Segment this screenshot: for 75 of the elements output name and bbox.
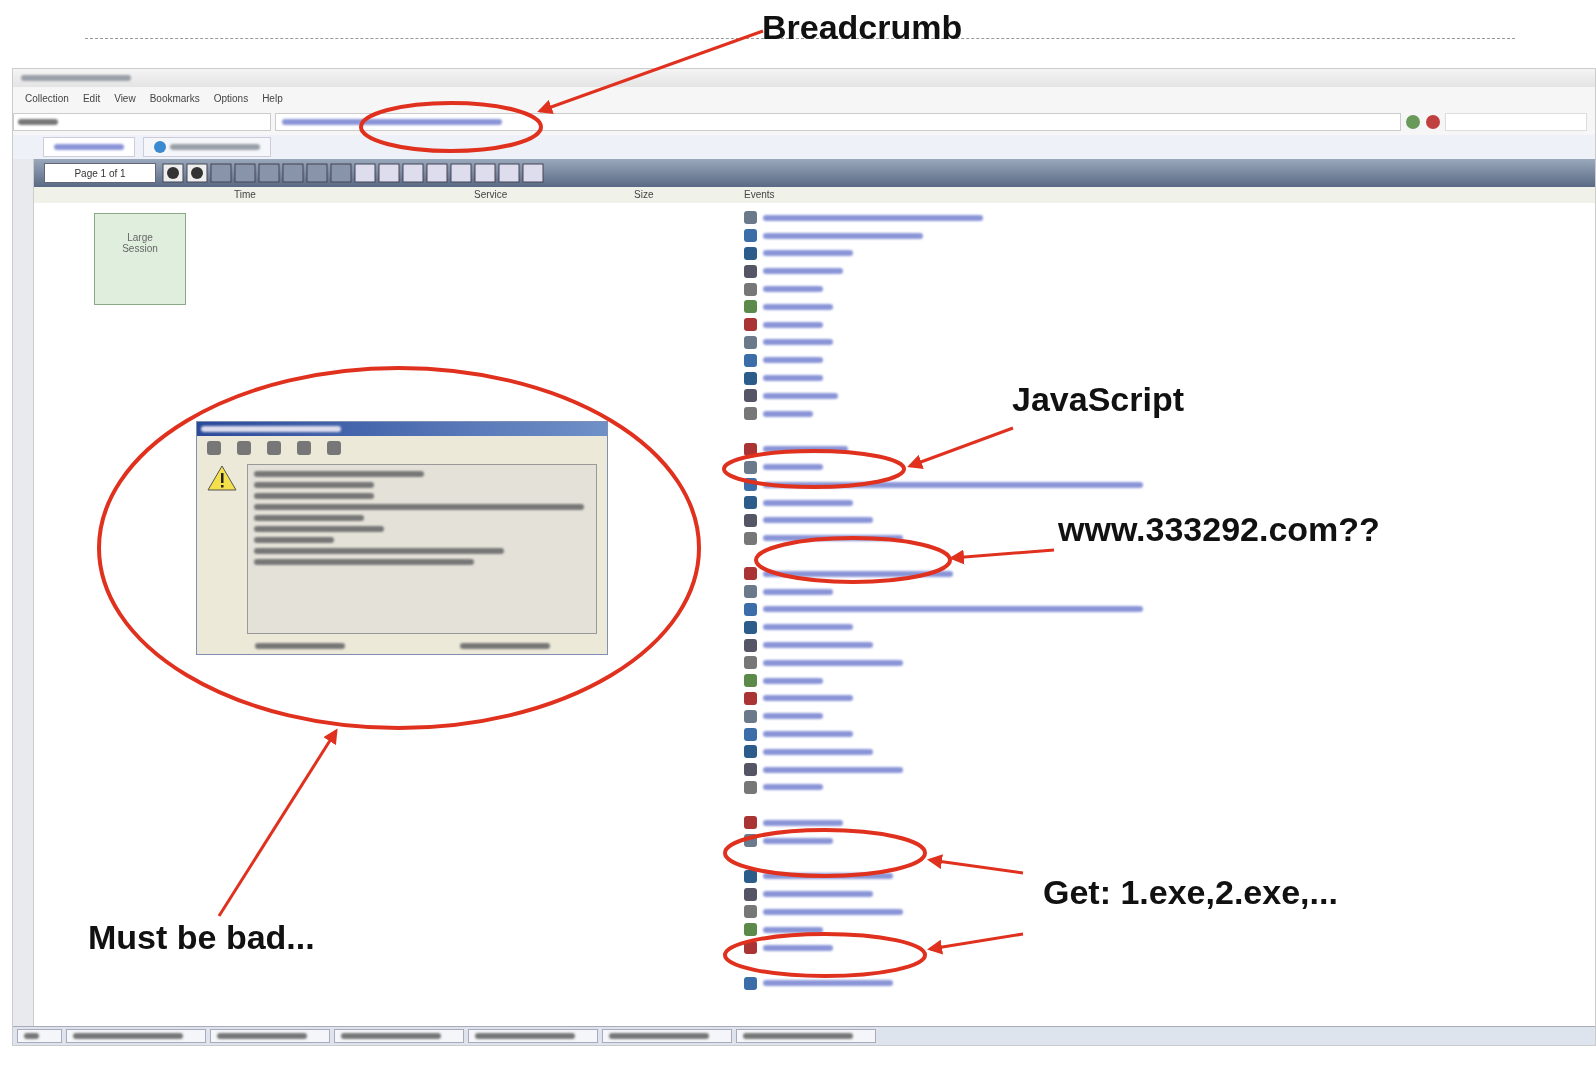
annotation-label: www.333292.com?? — [1058, 510, 1380, 549]
annotation-label: Get: 1.exe,2.exe,... — [1043, 873, 1338, 912]
toolbar-icon[interactable] — [354, 163, 376, 183]
event-icon — [744, 763, 757, 777]
menu-item[interactable]: Options — [213, 92, 249, 104]
event-icon — [744, 407, 757, 421]
event-icon — [744, 371, 757, 385]
menu-item[interactable]: Help — [262, 92, 283, 104]
event-icon — [744, 638, 757, 652]
event-icon — [744, 656, 757, 670]
warning-icon — [207, 464, 237, 492]
event-icon — [744, 691, 757, 705]
event-icon — [744, 335, 757, 349]
menu-item[interactable]: Edit — [82, 92, 101, 104]
event-icon — [744, 442, 757, 456]
toolbar-icon[interactable] — [522, 163, 544, 183]
taskbar-button[interactable] — [468, 1029, 598, 1043]
event-icon — [744, 229, 757, 243]
breadcrumb-field[interactable] — [275, 113, 1401, 131]
event-icon — [744, 264, 757, 278]
taskbar-button[interactable] — [210, 1029, 330, 1043]
menu-item[interactable]: Bookmarks — [149, 92, 200, 104]
event-icon — [744, 300, 757, 314]
tab[interactable] — [143, 137, 271, 157]
taskbar-button[interactable] — [66, 1029, 206, 1043]
event-icon — [744, 887, 757, 901]
event-icon — [744, 531, 757, 545]
event-icon — [744, 496, 757, 510]
event-icon — [744, 567, 757, 581]
event-icon — [744, 620, 757, 634]
tab[interactable] — [43, 137, 135, 157]
taskbar-button[interactable] — [334, 1029, 464, 1043]
collection-dropdown[interactable] — [13, 113, 271, 131]
toolbar-icon[interactable] — [186, 163, 208, 183]
column-header[interactable]: Time — [234, 189, 256, 200]
event-icon — [744, 353, 757, 367]
toolbar-icon[interactable] — [498, 163, 520, 183]
event-icon — [744, 211, 757, 225]
event-icon — [744, 923, 757, 937]
toolbar-icon[interactable] — [474, 163, 496, 183]
event-icon — [744, 727, 757, 741]
event-icon — [744, 816, 757, 830]
toolbar-icon[interactable] — [162, 163, 184, 183]
event-icon — [744, 513, 757, 527]
event-icon — [744, 282, 757, 296]
event-icon — [744, 460, 757, 474]
event-icon — [744, 905, 757, 919]
annotation-label: JavaScript — [1012, 380, 1184, 419]
event-icon — [744, 585, 757, 599]
event-icon — [744, 318, 757, 332]
column-header[interactable]: Size — [634, 189, 654, 200]
taskbar-button[interactable] — [736, 1029, 876, 1043]
event-icon — [744, 389, 757, 403]
event-icon — [744, 247, 757, 260]
taskbar-button[interactable] — [602, 1029, 732, 1043]
session-thumbnail[interactable]: Large Session — [94, 213, 186, 305]
menu-item[interactable]: Collection — [25, 92, 69, 104]
column-header[interactable]: Service — [474, 189, 508, 200]
annotation-label: Must be bad... — [88, 918, 315, 957]
taskbar-button[interactable] — [17, 1029, 62, 1043]
annotation-label: Breadcrumb — [762, 8, 963, 47]
event-icon — [744, 745, 757, 759]
toolbar-icon[interactable] — [450, 163, 472, 183]
menu-item[interactable]: View — [114, 92, 136, 104]
event-icon — [744, 976, 757, 990]
event-icon — [744, 602, 757, 616]
toolbar-icon[interactable] — [378, 163, 400, 183]
toolbar-icon[interactable] — [402, 163, 424, 183]
event-icon — [744, 674, 757, 688]
toolbar-icon[interactable] — [426, 163, 448, 183]
column-header[interactable]: Events — [744, 189, 775, 200]
search-field[interactable] — [1445, 113, 1587, 131]
event-icon — [744, 780, 757, 794]
event-icon — [744, 709, 757, 723]
page-field[interactable]: Page 1 of 1 — [44, 163, 156, 183]
